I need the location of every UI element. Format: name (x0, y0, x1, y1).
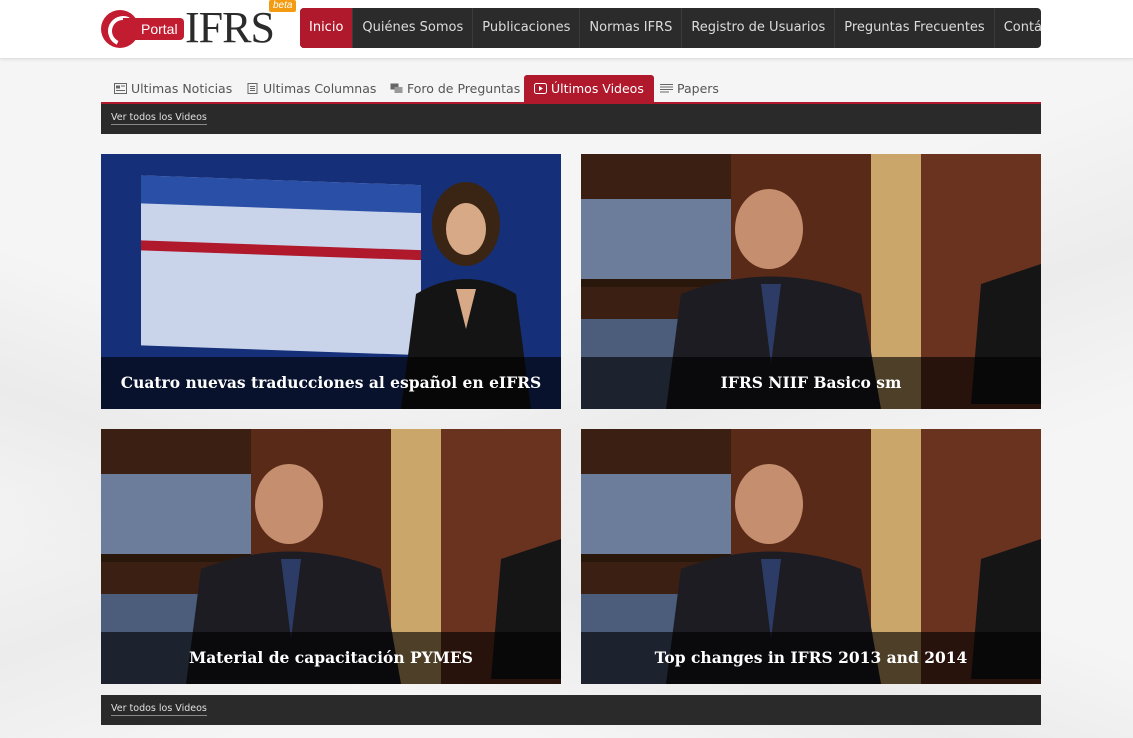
video-card[interactable]: Top changes in IFRS 2013 and 2014 (581, 429, 1041, 684)
play-icon (534, 83, 547, 94)
document-lines-icon (660, 84, 673, 93)
logo-portal-text: Portal (123, 18, 184, 40)
video-title: Cuatro nuevas traducciones al español en… (101, 357, 561, 409)
ver-todos-videos-link[interactable]: Ver todos los Videos (111, 112, 207, 125)
tab-label: Últimos Videos (551, 81, 644, 96)
video-title: Top changes in IFRS 2013 and 2014 (581, 632, 1041, 684)
tab-ultimos-videos[interactable]: Últimos Videos (524, 75, 654, 103)
main-navigation: Inicio Quiénes Somos Publicaciones Norma… (300, 8, 1041, 48)
nav-preguntas-frecuentes[interactable]: Preguntas Frecuentes (834, 8, 993, 48)
content-tabs: Ultimas Noticias Ultimas Columnas Foro d… (101, 75, 1041, 103)
nav-normas-ifrs[interactable]: Normas IFRS (579, 8, 681, 48)
tab-label: Ultimas Noticias (131, 81, 233, 96)
portal-ifrs-logo[interactable]: Portal IFRS beta (101, 0, 297, 52)
logo-ifrs-text: IFRS (185, 3, 275, 52)
tab-papers[interactable]: Papers (660, 75, 719, 103)
ver-todos-videos-link[interactable]: Ver todos los Videos (111, 703, 207, 716)
tab-label: Foro de Preguntas (407, 81, 521, 96)
video-card[interactable]: IFRS NIIF Basico sm (581, 154, 1041, 409)
video-card[interactable]: Material de capacitación PYMES (101, 429, 561, 684)
nav-publicaciones[interactable]: Publicaciones (472, 8, 579, 48)
video-card[interactable]: Cuatro nuevas traducciones al español en… (101, 154, 561, 409)
nav-inicio[interactable]: Inicio (300, 8, 353, 48)
tab-label: Papers (677, 81, 719, 96)
video-title: IFRS NIIF Basico sm (581, 357, 1041, 409)
nav-contactenos[interactable]: Contáctenos (993, 8, 1041, 48)
video-title: Material de capacitación PYMES (101, 632, 561, 684)
tab-ultimas-columnas[interactable]: Ultimas Columnas (246, 75, 376, 103)
newspaper-icon (114, 83, 127, 94)
clipboard-icon (247, 83, 258, 94)
tab-ultimas-noticias[interactable]: Ultimas Noticias (114, 75, 232, 103)
site-header: Portal IFRS beta Inicio Quiénes Somos Pu… (0, 0, 1133, 59)
videos-top-bar: Ver todos los Videos (101, 104, 1041, 134)
nav-registro-usuarios[interactable]: Registro de Usuarios (681, 8, 834, 48)
videos-bottom-bar: Ver todos los Videos (101, 695, 1041, 725)
nav-quienes-somos[interactable]: Quiénes Somos (352, 8, 472, 48)
tab-label: Ultimas Columnas (263, 81, 377, 96)
tab-foro-de-preguntas[interactable]: Foro de Preguntas (390, 75, 520, 103)
chat-bubbles-icon (390, 83, 403, 93)
logo-beta-badge: beta (269, 0, 297, 12)
